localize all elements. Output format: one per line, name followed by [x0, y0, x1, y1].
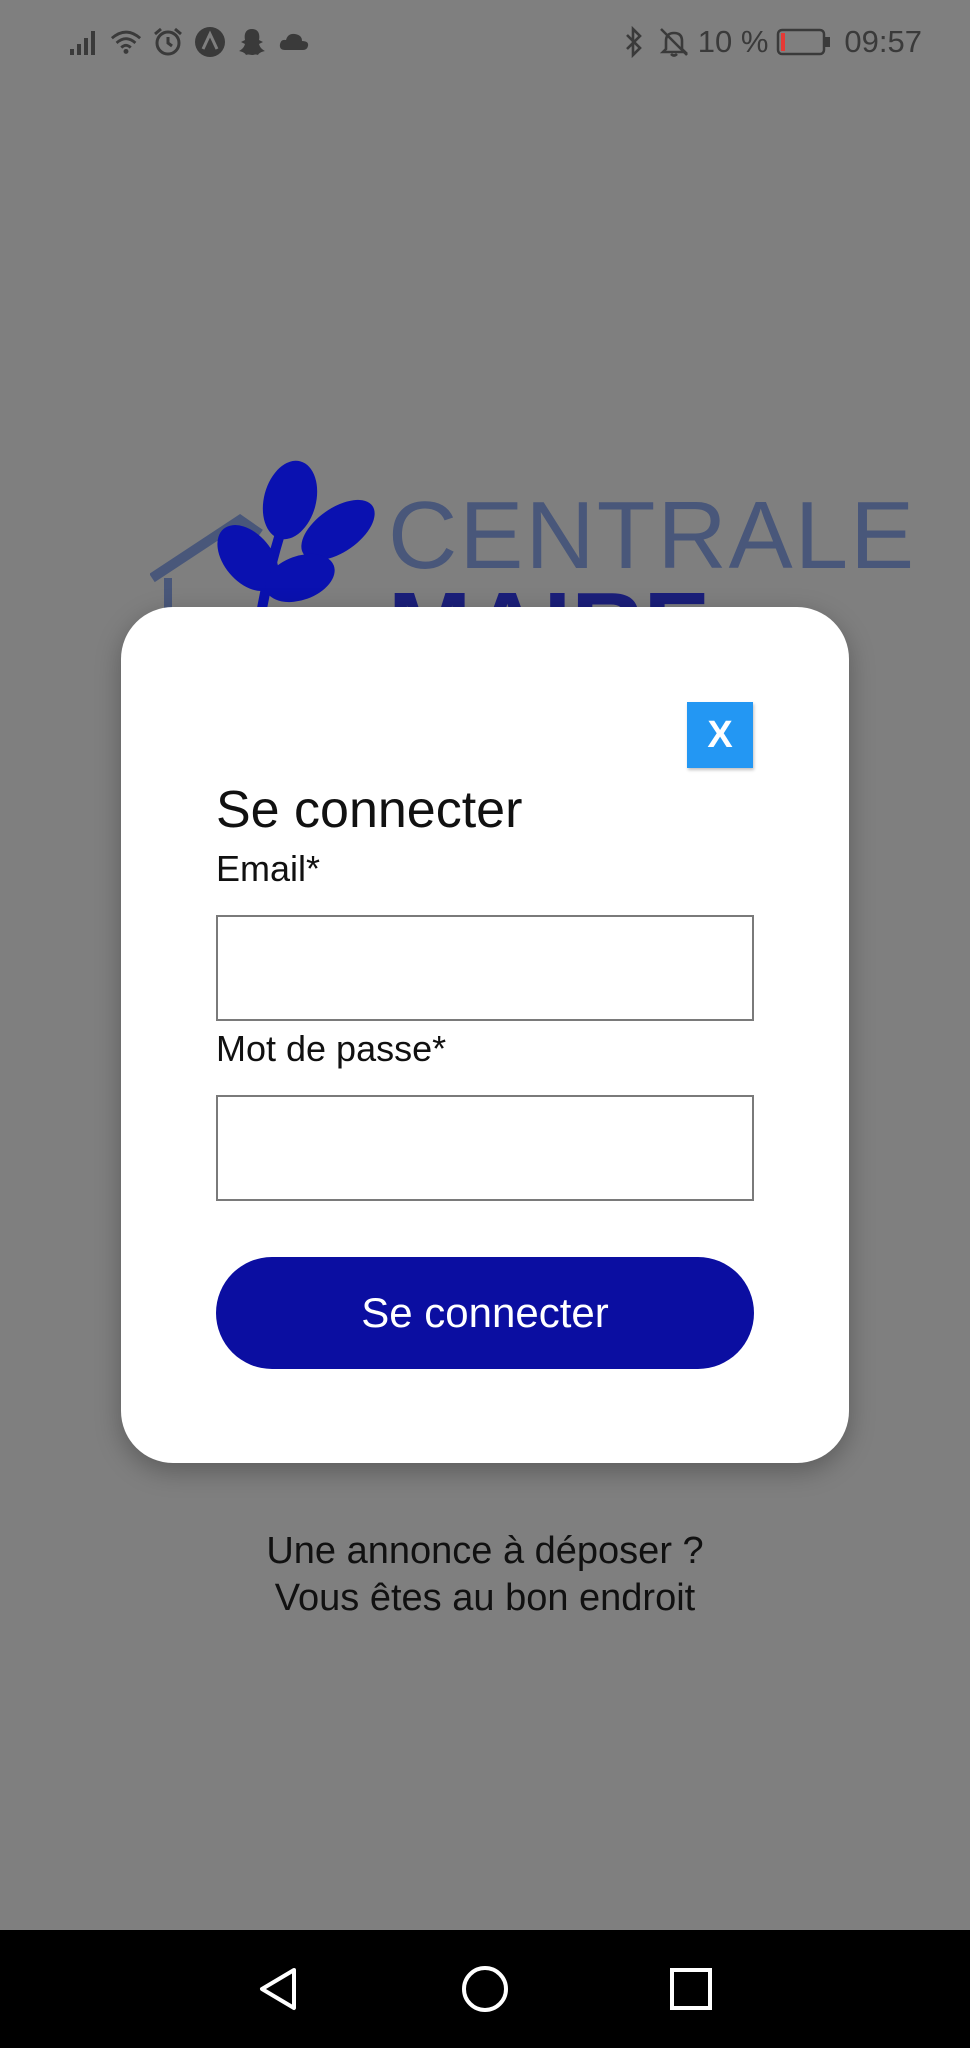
logo-house-leaves-icon — [149, 460, 375, 621]
home-button[interactable] — [448, 1952, 522, 2026]
home-icon — [462, 1966, 508, 2012]
cloud-icon — [278, 25, 310, 59]
wifi-icon — [110, 25, 142, 59]
recents-icon — [670, 1968, 712, 2010]
status-bar: 10 % 09:57 — [0, 0, 970, 84]
back-button[interactable] — [242, 1952, 316, 2026]
status-icons-right: 10 % 09:57 — [618, 22, 922, 62]
email-field[interactable] — [216, 915, 754, 1021]
clock: 09:57 — [844, 24, 922, 59]
modal-title: Se connecter — [216, 781, 523, 839]
battery-icon — [776, 25, 832, 59]
login-button[interactable]: Se connecter — [216, 1257, 754, 1369]
tagline-line-2: Vous êtes au bon endroit — [274, 1577, 696, 1619]
app-notification-icon — [194, 25, 226, 59]
back-icon — [260, 1968, 296, 2010]
battery-percentage: 10 % — [697, 24, 769, 59]
alarm-icon — [152, 25, 184, 59]
snapchat-icon — [236, 25, 268, 59]
tagline: Une annonce à déposer ? Vous êtes au bon… — [0, 1528, 970, 1622]
close-button[interactable]: X — [687, 702, 753, 768]
signal-icon — [68, 25, 100, 59]
logo-text-centrale: CENTRALE — [388, 482, 917, 589]
navigation-bar — [0, 1930, 970, 2048]
recents-button[interactable] — [654, 1952, 728, 2026]
email-label: Email* — [216, 848, 321, 889]
app-logo: CENTRALE MAIRE — [149, 460, 914, 678]
bluetooth-icon — [618, 25, 650, 59]
status-icons-left — [68, 22, 310, 62]
mute-icon — [658, 25, 690, 59]
password-label: Mot de passe* — [216, 1028, 447, 1069]
tagline-line-1: Une annonce à déposer ? — [266, 1530, 704, 1572]
login-modal: X Se connecter Email* Mot de passe* Se c… — [121, 607, 849, 1463]
password-field[interactable] — [216, 1095, 754, 1201]
